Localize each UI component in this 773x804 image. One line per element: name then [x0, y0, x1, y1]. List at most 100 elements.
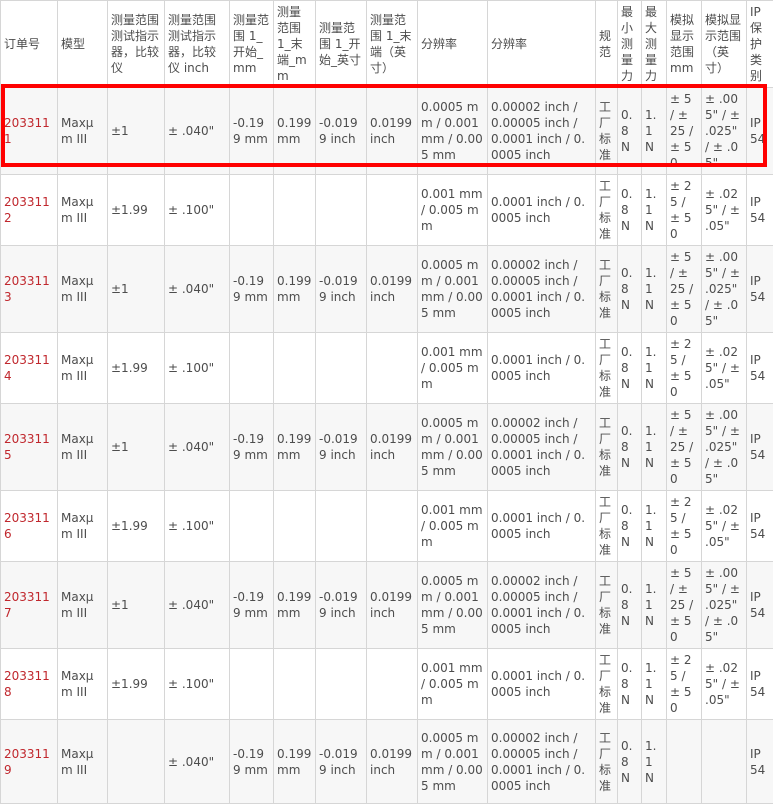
table-row: 2033112Maxμm III±1.99± .100"0.001 mm / 0… [1, 175, 773, 246]
range-start-inch-cell: -0.0199 inch [316, 246, 367, 333]
range-end-inch-cell: 0.0199 inch [367, 404, 418, 491]
min-force-cell: 0.8 N [618, 649, 642, 720]
ip-class-cell: IP 54 [747, 333, 773, 404]
resolution-inch-cell: 0.00002 inch / 0.00005 inch / 0.0001 inc… [488, 246, 596, 333]
ip-class-cell: IP 54 [747, 491, 773, 562]
min-force-cell: 0.8 N [618, 562, 642, 649]
range-cell [108, 720, 165, 804]
max-force-cell: 1.1 N [642, 246, 667, 333]
spec-cell: 工厂标准 [596, 333, 618, 404]
range-cell: ±1.99 [108, 333, 165, 404]
table-row: 2033117Maxμm III±1± .040"-0.199 mm0.199 … [1, 562, 773, 649]
resolution-inch-cell: 0.0001 inch / 0.0005 inch [488, 333, 596, 404]
resolution-inch-cell: 0.00002 inch / 0.00005 inch / 0.0001 inc… [488, 88, 596, 175]
analog-range-inch-cell: ± .005" / ± .025" / ± .05" [702, 246, 747, 333]
table-row: 2033113Maxμm III±1± .040"-0.199 mm0.199 … [1, 246, 773, 333]
analog-range-inch-cell: ± .005" / ± .025" / ± .05" [702, 88, 747, 175]
max-force-cell: 1.1 N [642, 404, 667, 491]
header-cell: 规范 [596, 1, 618, 88]
analog-range-inch-cell: ± .025" / ± .05" [702, 333, 747, 404]
order-number-link[interactable]: 2033115 [1, 404, 58, 491]
range-start-inch-cell: -0.0199 inch [316, 720, 367, 804]
resolution-inch-cell: 0.00002 inch / 0.00005 inch / 0.0001 inc… [488, 404, 596, 491]
header-cell: 分辨率 [418, 1, 488, 88]
resolution-inch-cell: 0.00002 inch / 0.00005 inch / 0.0001 inc… [488, 562, 596, 649]
range-inch-cell: ± .040" [165, 404, 230, 491]
header-cell: IP 保护类别 [747, 1, 773, 88]
range-start-mm-cell: -0.199 mm [230, 720, 274, 804]
model-cell: Maxμm III [58, 404, 108, 491]
order-number-link[interactable]: 2033117 [1, 562, 58, 649]
range-start-mm-cell [230, 491, 274, 562]
spec-cell: 工厂标准 [596, 175, 618, 246]
order-number-link[interactable]: 2033113 [1, 246, 58, 333]
range-start-inch-cell: -0.0199 inch [316, 404, 367, 491]
analog-range-inch-cell: ± .005" / ± .025" / ± .05" [702, 404, 747, 491]
spec-cell: 工厂标准 [596, 246, 618, 333]
min-force-cell: 0.8 N [618, 404, 642, 491]
header-cell: 最大测量力 [642, 1, 667, 88]
range-inch-cell: ± .100" [165, 175, 230, 246]
range-inch-cell: ± .100" [165, 491, 230, 562]
range-start-inch-cell [316, 175, 367, 246]
header-cell: 最小测量力 [618, 1, 642, 88]
analog-range-mm-cell: ± 25 / ± 50 [667, 491, 702, 562]
range-start-mm-cell [230, 333, 274, 404]
spec-cell: 工厂标准 [596, 491, 618, 562]
analog-range-mm-cell: ± 25 / ± 50 [667, 175, 702, 246]
resolution-inch-cell: 0.00002 inch / 0.00005 inch / 0.0001 inc… [488, 720, 596, 804]
header-cell: 模拟显示范围（英寸） [702, 1, 747, 88]
table-header-row: 订单号 模型 测量范围测试指示器，比较仪 测量范围测试指示器，比较仪 inch … [1, 1, 773, 88]
range-cell: ±1 [108, 88, 165, 175]
ip-class-cell: IP 54 [747, 88, 773, 175]
header-cell: 测量范围 1_末端（英寸） [367, 1, 418, 88]
range-end-mm-cell [274, 333, 316, 404]
order-number-link[interactable]: 2033119 [1, 720, 58, 804]
min-force-cell: 0.8 N [618, 88, 642, 175]
ip-class-cell: IP 54 [747, 175, 773, 246]
table-row: 2033114Maxμm III±1.99± .100"0.001 mm / 0… [1, 333, 773, 404]
table-row: 2033119Maxμm III± .040"-0.199 mm0.199 mm… [1, 720, 773, 804]
resolution-mm-cell: 0.001 mm / 0.005 mm [418, 175, 488, 246]
range-cell: ±1 [108, 246, 165, 333]
range-start-inch-cell [316, 649, 367, 720]
range-inch-cell: ± .040" [165, 246, 230, 333]
analog-range-inch-cell: ± .025" / ± .05" [702, 175, 747, 246]
resolution-inch-cell: 0.0001 inch / 0.0005 inch [488, 649, 596, 720]
range-inch-cell: ± .040" [165, 562, 230, 649]
spec-cell: 工厂标准 [596, 88, 618, 175]
range-end-inch-cell [367, 175, 418, 246]
header-cell: 测量范围测试指示器，比较仪 [108, 1, 165, 88]
resolution-mm-cell: 0.0005 mm / 0.001 mm / 0.005 mm [418, 720, 488, 804]
range-end-inch-cell [367, 649, 418, 720]
resolution-mm-cell: 0.0005 mm / 0.001 mm / 0.005 mm [418, 246, 488, 333]
range-end-mm-cell: 0.199 mm [274, 246, 316, 333]
product-spec-table: 订单号 模型 测量范围测试指示器，比较仪 测量范围测试指示器，比较仪 inch … [0, 0, 773, 804]
range-cell: ±1.99 [108, 649, 165, 720]
range-inch-cell: ± .040" [165, 88, 230, 175]
range-end-inch-cell: 0.0199 inch [367, 720, 418, 804]
range-cell: ±1 [108, 562, 165, 649]
order-number-link[interactable]: 2033111 [1, 88, 58, 175]
resolution-inch-cell: 0.0001 inch / 0.0005 inch [488, 175, 596, 246]
header-cell: 测量范围 1_开始_英寸 [316, 1, 367, 88]
model-cell: Maxμm III [58, 720, 108, 804]
analog-range-mm-cell: ± 5 / ± 25 / ± 50 [667, 404, 702, 491]
range-end-mm-cell [274, 491, 316, 562]
order-number-link[interactable]: 2033118 [1, 649, 58, 720]
header-cell: 模拟显示范围 mm [667, 1, 702, 88]
header-cell: 测量范围 1_末端_mm [274, 1, 316, 88]
spec-cell: 工厂标准 [596, 562, 618, 649]
order-number-link[interactable]: 2033112 [1, 175, 58, 246]
order-number-link[interactable]: 2033114 [1, 333, 58, 404]
ip-class-cell: IP 54 [747, 404, 773, 491]
min-force-cell: 0.8 N [618, 246, 642, 333]
range-start-mm-cell: -0.199 mm [230, 88, 274, 175]
range-end-inch-cell: 0.0199 inch [367, 562, 418, 649]
order-number-link[interactable]: 2033116 [1, 491, 58, 562]
range-start-mm-cell: -0.199 mm [230, 404, 274, 491]
header-cell: 模型 [58, 1, 108, 88]
model-cell: Maxμm III [58, 175, 108, 246]
resolution-mm-cell: 0.0005 mm / 0.001 mm / 0.005 mm [418, 88, 488, 175]
ip-class-cell: IP 54 [747, 720, 773, 804]
